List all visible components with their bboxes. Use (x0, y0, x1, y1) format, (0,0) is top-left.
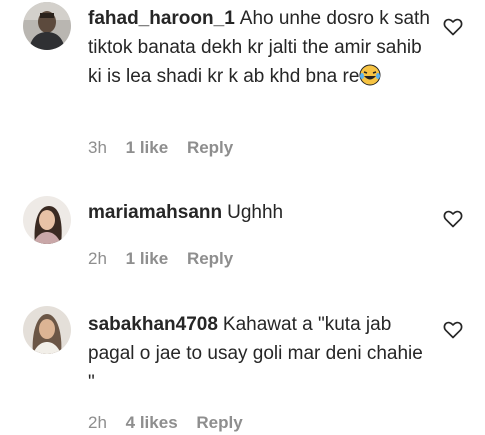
comment-text: Ughhh (227, 202, 284, 223)
likes-count[interactable]: 1 like (126, 249, 169, 268)
comment-username[interactable]: fahad_haroon_1 (88, 8, 235, 29)
comment-time: 2h (88, 413, 107, 432)
comment-body: sabakhan4708 Kahawat a "kuta jab pagal o … (88, 310, 433, 397)
comment-username[interactable]: mariamahsann (88, 202, 222, 223)
avatar[interactable] (23, 2, 71, 50)
comment-time: 2h (88, 249, 107, 268)
comment-meta: 2h 1 like Reply (88, 249, 247, 271)
comment-body: mariamahsann Ughhh (88, 198, 433, 227)
heart-outline-icon[interactable] (443, 209, 463, 229)
comment-time: 3h (88, 138, 107, 157)
reply-button[interactable]: Reply (187, 249, 233, 268)
heart-outline-icon[interactable] (443, 320, 463, 340)
reply-button[interactable]: Reply (187, 138, 233, 157)
comment-body: fahad_haroon_1 Aho unhe dosro k sath tikt… (88, 4, 433, 91)
comment-meta: 3h 1 like Reply (88, 138, 247, 160)
likes-count[interactable]: 4 likes (126, 413, 178, 432)
comment-username[interactable]: sabakhan4708 (88, 314, 218, 335)
laughing-tears-icon (359, 64, 381, 86)
avatar[interactable] (23, 196, 71, 244)
avatar[interactable] (23, 306, 71, 354)
reply-button[interactable]: Reply (196, 413, 242, 432)
heart-outline-icon[interactable] (443, 17, 463, 37)
likes-count[interactable]: 1 like (126, 138, 169, 157)
